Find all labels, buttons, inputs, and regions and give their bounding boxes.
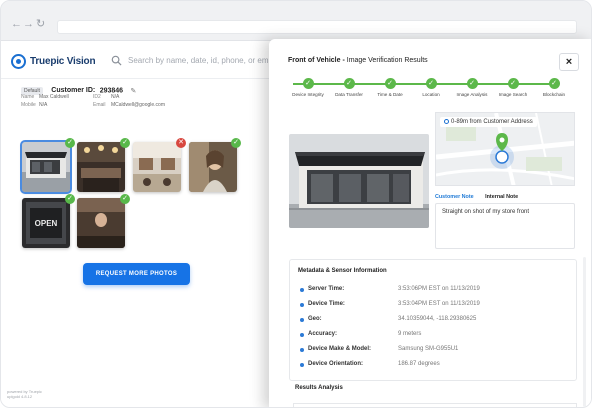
step-blockchain[interactable]: ✓ Blockchain [529, 78, 579, 97]
metadata-value: 34.10359044, -118.29380625 [398, 316, 477, 322]
metadata-row: Accuracy: 9 meters [300, 331, 560, 341]
note-tabs: Customer Note Internal Note [435, 194, 528, 200]
panel-title-rest: Image Verification Results [346, 57, 428, 64]
search-bar [111, 55, 288, 66]
customer-note-text: Straight on shot of my store front [435, 203, 575, 249]
photo-thumbnail-cafe[interactable] [77, 142, 125, 192]
results-analysis-title: Results Analysis [295, 385, 343, 391]
results-analysis-box [293, 403, 577, 407]
metadata-key: Device Orientation: [308, 361, 364, 367]
back-icon[interactable]: ← [11, 19, 22, 30]
bullet-icon [300, 333, 304, 337]
portrait-image [189, 142, 237, 192]
photo-thumbnail-open-sign[interactable]: OPEN [22, 198, 70, 248]
bullet-icon [300, 318, 304, 322]
customer-row: Mobile N/A Email MCaldwell@google.com [21, 101, 221, 109]
customer-info: Default Customer ID: 293846 ✎ Name Max C… [21, 82, 165, 108]
logo-mark-icon [11, 54, 26, 69]
verified-check-icon: ✓ [65, 194, 75, 204]
main-photo[interactable] [289, 134, 429, 228]
metadata-value: Samsung SM-G955U1 [398, 346, 459, 352]
verified-check-icon: ✓ [231, 138, 241, 148]
metadata-row: Server Time: 3:53:06PM EST on 11/13/2019 [300, 286, 560, 296]
counter-image [77, 198, 125, 248]
metadata-value: 3:53:04PM EST on 11/13/2019 [398, 301, 480, 307]
field-value: MCaldwell@google.com [111, 102, 165, 108]
panel-title: Front of Vehicle - Image Verification Re… [288, 57, 428, 64]
bullet-icon [300, 288, 304, 292]
metadata-row: Device Make & Model: Samsung SM-G955U1 [300, 346, 560, 356]
metadata-row: Device Time: 3:53:04PM EST on 11/13/2019 [300, 301, 560, 311]
metadata-key: Device Make & Model: [308, 346, 372, 352]
cafe-image [77, 142, 125, 192]
bullet-icon [300, 348, 304, 352]
bullet-icon [300, 303, 304, 307]
metadata-title: Metadata & Sensor Information [298, 268, 387, 274]
field-value: Max Caldwell [39, 94, 69, 100]
metadata-value: 3:53:06PM EST on 11/13/2019 [398, 286, 480, 292]
footer: powered by Truepic uplgold 4.8.12 [7, 389, 42, 399]
distance-text: 0-89m from Customer Address [451, 119, 533, 126]
photo-thumbnail-counter[interactable] [77, 198, 125, 248]
search-input[interactable] [128, 56, 288, 65]
search-icon [111, 55, 122, 66]
customer-fields: Name Max Caldwell ID2 N/A Mobile N/A Ema… [21, 93, 221, 109]
step-label: Blockchain [542, 92, 566, 97]
metadata-value: 186.87 degrees [398, 361, 440, 367]
metadata-key: Device Time: [308, 301, 345, 307]
verified-check-icon: ✓ [120, 194, 130, 204]
tab-internal-note[interactable]: Internal Note [485, 194, 518, 200]
truepic-logo[interactable]: Truepic Vision [11, 54, 96, 69]
panel-title-bold: Front of Vehicle - [288, 57, 345, 64]
check-icon: ✓ [466, 78, 478, 89]
customer-row: Name Max Caldwell ID2 N/A [21, 93, 221, 101]
photo-thumbnail-storefront[interactable] [20, 140, 72, 194]
verified-check-icon: ✓ [65, 138, 75, 148]
check-icon: ✓ [548, 78, 560, 89]
forward-icon[interactable]: → [23, 19, 34, 30]
metadata-card: Metadata & Sensor Information Server Tim… [289, 259, 577, 381]
reload-icon[interactable]: ↻ [36, 19, 45, 30]
verification-panel: Front of Vehicle - Image Verification Re… [269, 39, 591, 407]
verified-check-icon: ✓ [120, 138, 130, 148]
storefront-photo [289, 134, 429, 228]
metadata-key: Geo: [308, 316, 322, 322]
field-value: N/A [111, 94, 120, 100]
check-icon: ✓ [507, 78, 519, 89]
field-label: Email [93, 102, 106, 108]
field-value: N/A [39, 102, 48, 108]
tab-customer-note[interactable]: Customer Note [435, 194, 474, 200]
location-dot-icon [444, 119, 449, 124]
check-icon: ✓ [343, 78, 355, 89]
metadata-row: Geo: 34.10359044, -118.29380625 [300, 316, 560, 326]
metadata-key: Accuracy: [308, 331, 338, 337]
open-sign-image: OPEN [22, 198, 70, 248]
storefront-image [22, 142, 70, 192]
svg-text:OPEN: OPEN [35, 219, 58, 228]
check-icon: ✓ [425, 78, 437, 89]
metadata-key: Server Time: [308, 286, 345, 292]
distance-badge: 0-89m from Customer Address [440, 117, 537, 128]
address-bar[interactable] [57, 20, 577, 34]
browser-toolbar: ← → ↻ [1, 1, 591, 41]
footer-line: uplgold 4.8.12 [7, 394, 33, 399]
metadata-row: Device Orientation: 186.87 degrees [300, 361, 560, 371]
location-map[interactable]: 0-89m from Customer Address [435, 112, 575, 186]
metadata-value: 9 meters [398, 331, 422, 337]
browser-window: ← → ↻ Truepic Vision Default Customer ID… [0, 0, 592, 408]
close-button[interactable]: × [559, 53, 579, 71]
check-icon: ✓ [302, 78, 314, 89]
restaurant-image [133, 142, 181, 192]
field-label: Name [21, 94, 35, 100]
bullet-icon [300, 363, 304, 367]
photo-thumbnail-portrait[interactable] [189, 142, 237, 192]
field-label: Mobile [21, 102, 36, 108]
panel-scrollbar[interactable] [583, 257, 586, 407]
error-x-icon: ✕ [176, 138, 186, 148]
check-icon: ✓ [384, 78, 396, 89]
request-more-photos-button[interactable]: REQUEST MORE PHOTOS [83, 263, 190, 285]
field-label: ID2 [93, 94, 101, 100]
photo-thumbnail-restaurant[interactable] [133, 142, 181, 192]
logo-text: Truepic Vision [30, 56, 96, 67]
